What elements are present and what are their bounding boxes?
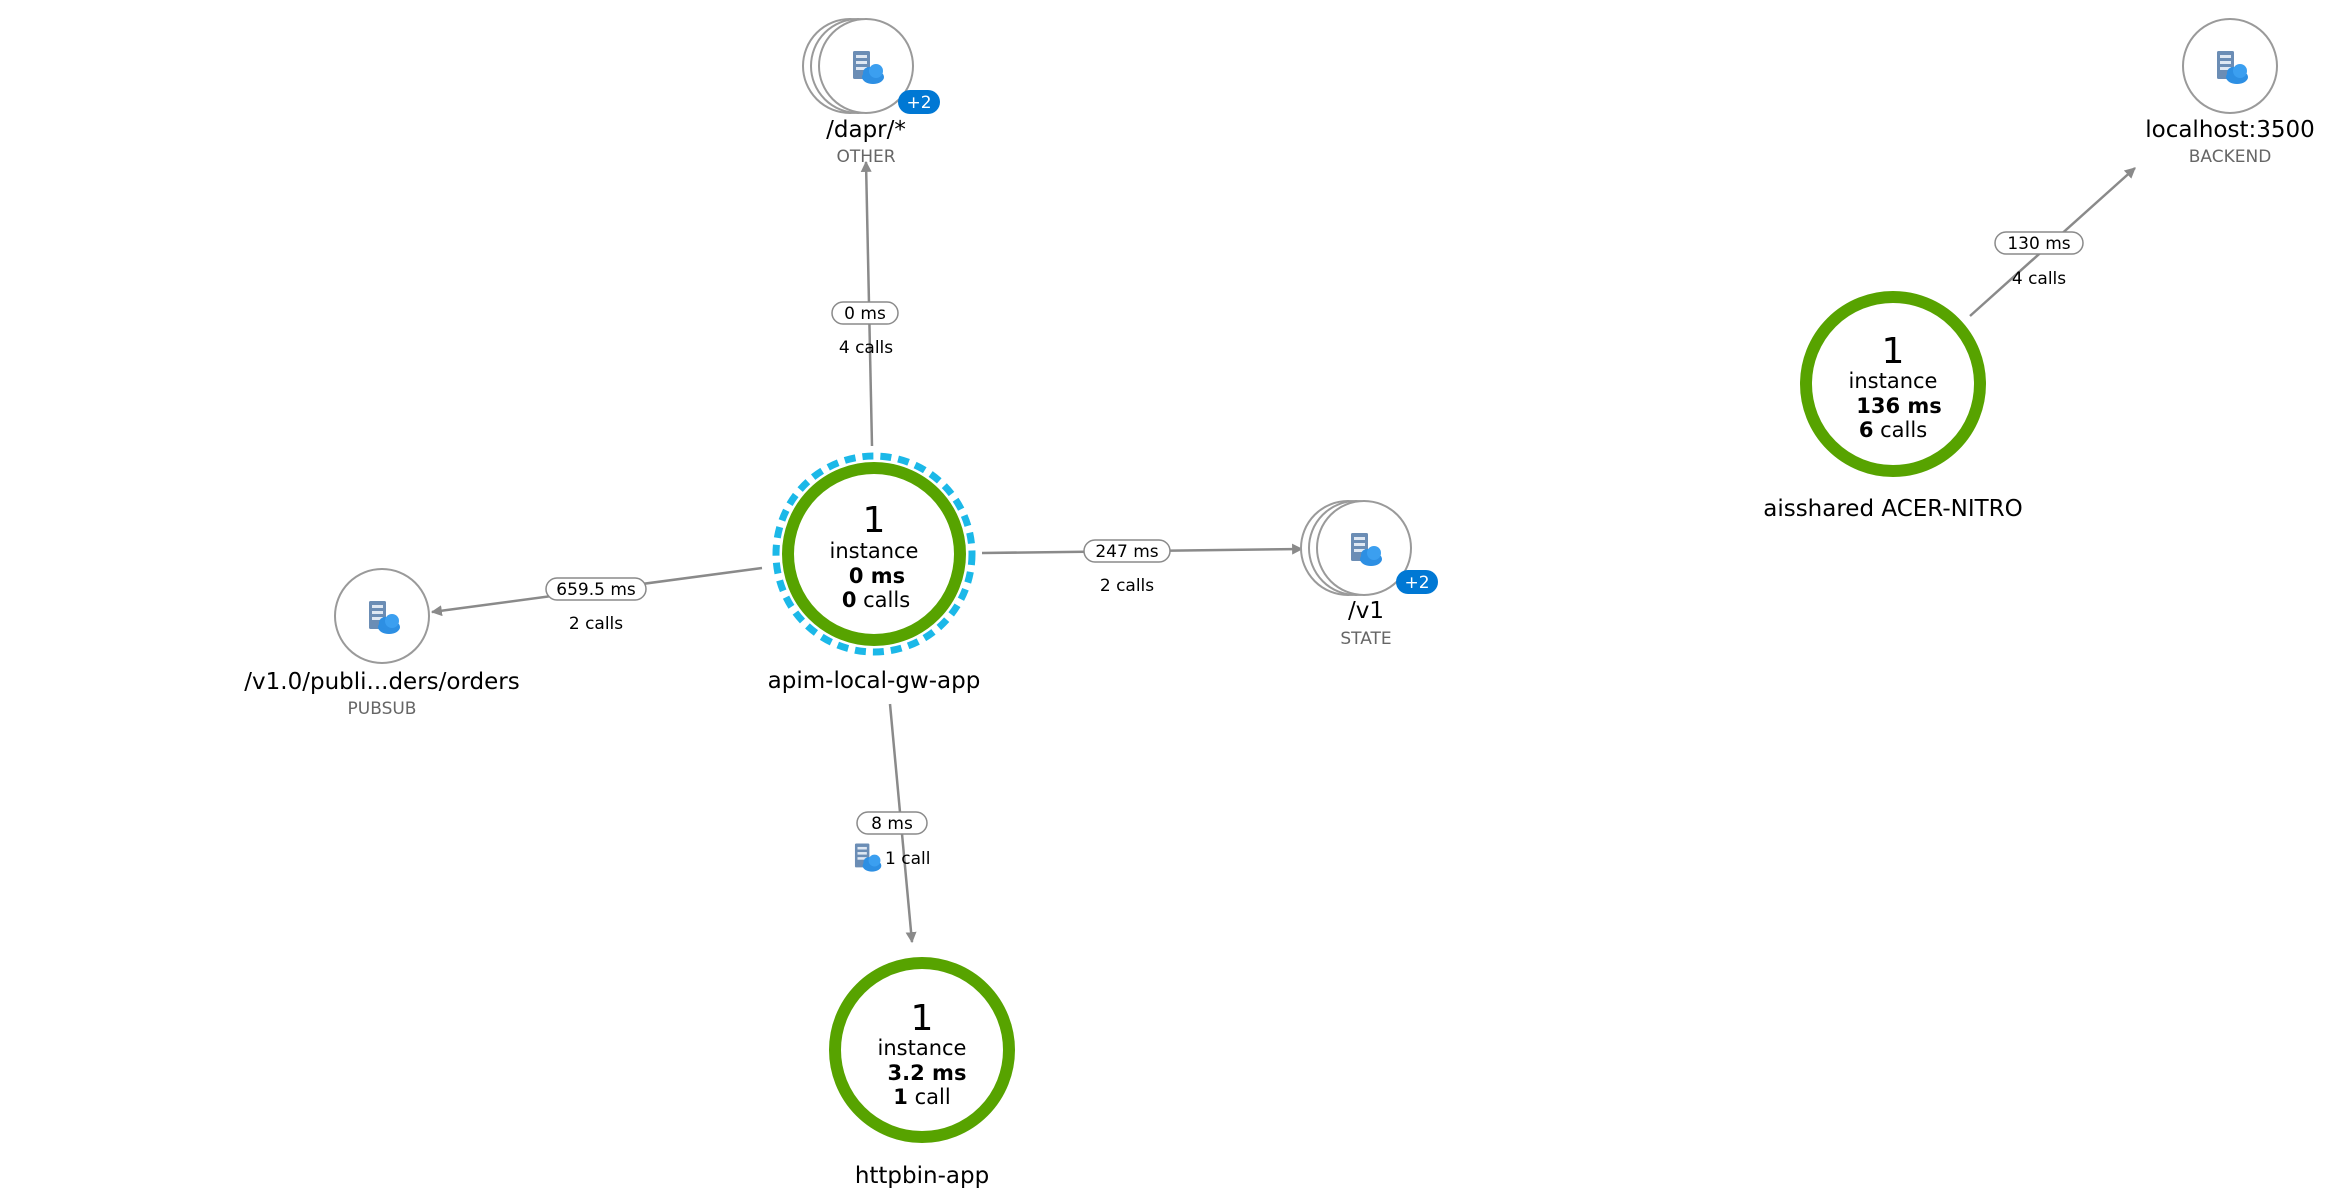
instance-badge: +2	[898, 90, 940, 114]
edge-duration-label: 8 ms	[856, 811, 928, 835]
node-name: httpbin-app	[855, 1163, 989, 1189]
instance-count: 1	[911, 998, 934, 1039]
dependency-name: localhost:3500	[2145, 117, 2315, 143]
application-map: 0 ms 4 calls 247 ms 2 calls 659.5 ms 2 c…	[244, 18, 2315, 1189]
node-duration: 3.2 ms	[888, 1061, 967, 1085]
edge-duration-label: 659.5 ms	[545, 577, 647, 601]
svg-text:8 ms: 8 ms	[871, 814, 913, 834]
edge-calls-label: 4 calls	[839, 338, 893, 358]
dependency-name: /dapr/*	[826, 117, 906, 143]
svg-text:0 ms: 0 ms	[844, 304, 886, 324]
svg-text:130 ms: 130 ms	[2007, 234, 2070, 254]
node-name: apim-local-gw-app	[768, 668, 981, 694]
dependency-node-localhost[interactable]: localhost:3500 BACKEND	[2145, 18, 2315, 167]
edge-calls-label: 2 calls	[1100, 576, 1154, 596]
instance-badge: +2	[1396, 570, 1438, 594]
edge-duration-label: 130 ms	[1994, 231, 2084, 255]
edge-gw-v1[interactable]: 247 ms 2 calls	[981, 539, 1304, 596]
instance-count: 1	[1882, 331, 1905, 372]
node-calls: 6 calls	[1859, 418, 1927, 442]
dependency-type: STATE	[1340, 629, 1391, 649]
edge-calls-label: 2 calls	[569, 614, 623, 634]
dependency-name: /v1.0/publi...ders/orders	[244, 669, 519, 695]
edge-gw-httpbin[interactable]: 8 ms 1 call	[854, 703, 930, 944]
edge-gw-dapr[interactable]: 0 ms 4 calls	[831, 160, 899, 447]
instance-unit: instance	[830, 539, 919, 563]
dependency-type: PUBSUB	[348, 699, 417, 719]
dependency-node-dapr[interactable]: +2 /dapr/* OTHER	[802, 18, 940, 167]
edge-calls-label: 4 calls	[2012, 269, 2066, 289]
instance-unit: instance	[878, 1036, 967, 1060]
dependency-node-pubsub[interactable]: /v1.0/publi...ders/orders PUBSUB	[244, 568, 520, 719]
node-name: aisshared ACER-NITRO	[1763, 496, 2023, 522]
server-cloud-icon	[854, 843, 882, 872]
edge-calls-label: 1 call	[885, 849, 930, 869]
instance-unit: instance	[1849, 369, 1938, 393]
svg-text:+2: +2	[906, 93, 931, 113]
dependency-type: OTHER	[836, 147, 895, 167]
instance-count: 1	[863, 500, 886, 541]
dependency-node-v1[interactable]: +2 /v1 STATE	[1300, 500, 1438, 649]
node-calls: 0 calls	[842, 588, 910, 612]
node-duration: 136 ms	[1856, 394, 1942, 418]
node-duration: 0 ms	[849, 564, 905, 588]
app-node-aisshared-acer-nitro[interactable]: 1 instance 136 ms 6 calls aisshared ACER…	[1763, 291, 2023, 522]
node-calls: 1 call	[893, 1085, 950, 1109]
edge-gw-pubsub[interactable]: 659.5 ms 2 calls	[430, 566, 763, 634]
edge-duration-label: 247 ms	[1083, 539, 1171, 563]
edge-acer-localhost[interactable]: 130 ms 4 calls	[1969, 167, 2136, 317]
svg-text:659.5 ms: 659.5 ms	[556, 580, 636, 600]
app-node-apim-local-gw-app[interactable]: 1 instance 0 ms 0 calls apim-local-gw-ap…	[768, 452, 981, 694]
svg-text:+2: +2	[1404, 573, 1429, 593]
edge-duration-label: 0 ms	[831, 301, 899, 325]
dependency-name: /v1	[1348, 598, 1384, 624]
svg-text:247 ms: 247 ms	[1095, 542, 1158, 562]
dependency-type: BACKEND	[2189, 147, 2272, 167]
app-node-httpbin-app[interactable]: 1 instance 3.2 ms 1 call httpbin-app	[829, 957, 1015, 1189]
